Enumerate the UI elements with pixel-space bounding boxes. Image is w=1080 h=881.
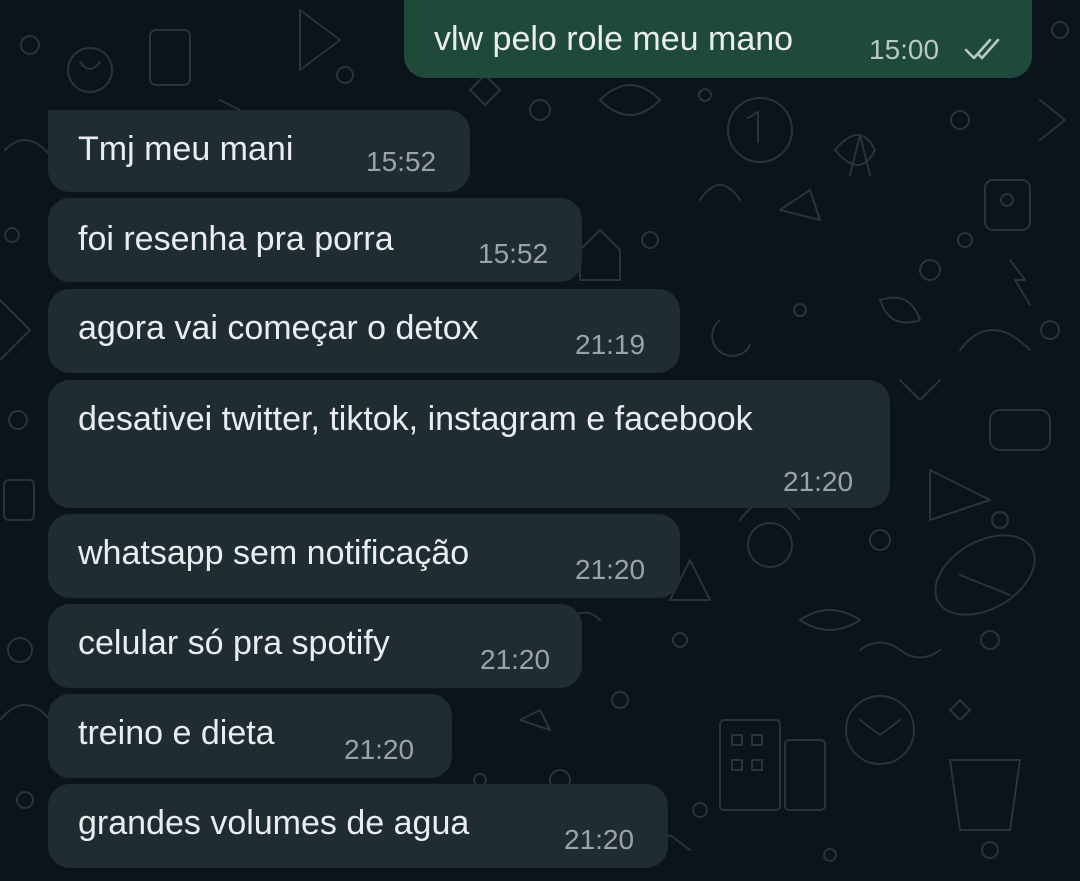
- incoming-message[interactable]: foi resenha pra porra 15:52: [48, 198, 582, 282]
- incoming-message[interactable]: Tmj meu mani 15:52: [48, 110, 470, 192]
- message-text: desativei twitter, tiktok, instagram e f…: [78, 400, 753, 438]
- chat-message-list[interactable]: vlw pelo role meu mano 15:00 Tmj meu man…: [0, 0, 1080, 881]
- message-text: foi resenha pra porra: [78, 220, 394, 258]
- message-text: celular só pra spotify: [78, 624, 390, 662]
- message-text: whatsapp sem notificação: [78, 534, 470, 572]
- double-check-icon: [964, 38, 1000, 60]
- incoming-message[interactable]: celular só pra spotify 21:20: [48, 604, 582, 688]
- outgoing-message[interactable]: vlw pelo role meu mano 15:00: [404, 0, 1032, 78]
- message-timestamp: 21:20: [575, 554, 646, 585]
- message-timestamp: 15:00: [869, 34, 940, 65]
- message-timestamp: 21:19: [575, 329, 646, 360]
- message-timestamp: 21:20: [480, 644, 551, 675]
- incoming-message[interactable]: whatsapp sem notificação 21:20: [48, 514, 680, 598]
- message-text: grandes volumes de agua: [78, 804, 470, 842]
- message-timestamp: 15:52: [366, 146, 437, 177]
- incoming-message[interactable]: desativei twitter, tiktok, instagram e f…: [48, 380, 890, 508]
- incoming-message[interactable]: treino e dieta 21:20: [48, 694, 452, 778]
- message-text: vlw pelo role meu mano: [434, 20, 794, 58]
- message-text: agora vai começar o detox: [78, 309, 479, 347]
- message-text: Tmj meu mani: [78, 130, 294, 168]
- message-timestamp: 21:20: [783, 466, 854, 497]
- message-text: treino e dieta: [78, 714, 275, 752]
- message-timestamp: 15:52: [478, 238, 549, 269]
- incoming-message[interactable]: agora vai começar o detox 21:19: [48, 289, 680, 373]
- message-timestamp: 21:20: [564, 824, 635, 855]
- message-timestamp: 21:20: [344, 734, 415, 765]
- incoming-message[interactable]: grandes volumes de agua 21:20: [48, 784, 668, 868]
